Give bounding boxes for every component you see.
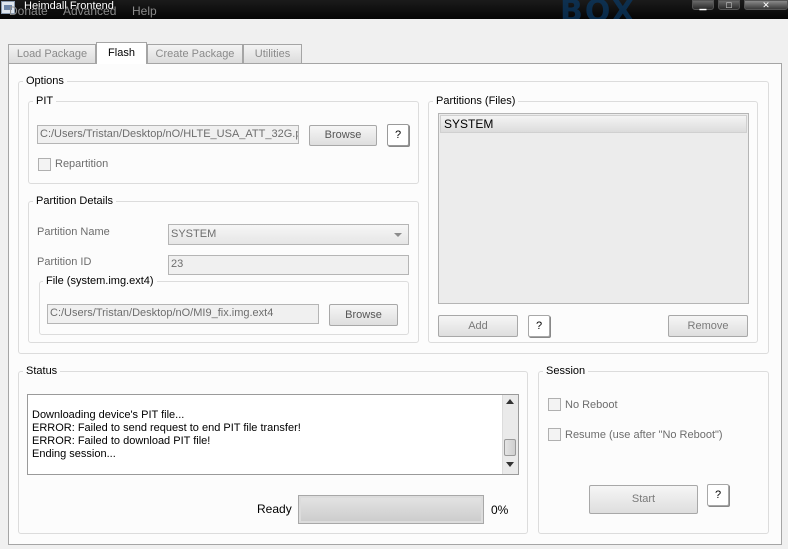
- no-reboot-label: No Reboot: [565, 399, 618, 411]
- remove-partition-button[interactable]: Remove: [668, 315, 748, 337]
- log-line: Ending session...: [32, 448, 116, 460]
- maximize-button[interactable]: □: [718, 0, 740, 10]
- log-line: ERROR: Failed to download PIT file!: [32, 435, 211, 447]
- log-line: Downloading device's PIT file...: [32, 409, 185, 421]
- title-bar-watermark: BOX: [560, 0, 637, 19]
- scroll-up-icon[interactable]: [506, 399, 514, 404]
- status-log[interactable]: Downloading device's PIT file... ERROR: …: [27, 394, 519, 475]
- scroll-down-icon[interactable]: [506, 462, 514, 467]
- partitions-list[interactable]: [438, 113, 749, 304]
- partition-details-title: Partition Details: [33, 195, 117, 207]
- chevron-down-icon: [394, 233, 402, 237]
- partition-name-value: SYSTEM: [171, 228, 217, 240]
- file-path-field[interactable]: C:/Users/Tristan/Desktop/nO/MI9_fix.img.…: [47, 304, 319, 324]
- partitions-help-button[interactable]: ?: [528, 315, 550, 337]
- file-group-title: File (system.img.ext4): [43, 275, 157, 287]
- pit-help-button[interactable]: ?: [387, 124, 409, 146]
- tab-load-package[interactable]: Load Package: [8, 44, 96, 63]
- partitions-files-title: Partitions (Files): [433, 95, 519, 107]
- partition-name-label: Partition Name: [37, 226, 110, 238]
- session-group-title: Session: [543, 365, 589, 377]
- menu-advanced[interactable]: Advanced: [63, 4, 116, 18]
- repartition-label: Repartition: [55, 158, 109, 170]
- progress-percent: 0%: [491, 503, 509, 517]
- menu-bar: [0, 19, 788, 42]
- progress-label: Ready: [257, 502, 292, 516]
- partition-id-label: Partition ID: [37, 256, 92, 268]
- no-reboot-checkbox[interactable]: [548, 398, 561, 411]
- pit-path-field[interactable]: C:/Users/Tristan/Desktop/nO/HLTE_USA_ATT…: [37, 125, 299, 144]
- progress-bar: [298, 495, 484, 524]
- resume-checkbox[interactable]: [548, 428, 561, 441]
- progress-fill: [301, 498, 481, 521]
- menu-help[interactable]: Help: [132, 4, 157, 18]
- tab-create-package[interactable]: Create Package: [147, 44, 243, 63]
- pit-group-title: PIT: [33, 95, 57, 107]
- log-line: ERROR: Failed to send request to end PIT…: [32, 422, 301, 434]
- file-browse-button[interactable]: Browse: [329, 304, 398, 326]
- repartition-checkbox[interactable]: [38, 158, 51, 171]
- partition-id-field[interactable]: 23: [168, 255, 409, 275]
- partition-name-select[interactable]: SYSTEM: [168, 224, 409, 245]
- start-button[interactable]: Start: [589, 485, 698, 514]
- tab-flash[interactable]: Flash: [96, 42, 147, 64]
- add-partition-button[interactable]: Add: [438, 315, 518, 337]
- menu-donate[interactable]: Donate: [9, 4, 48, 18]
- minimize-button[interactable]: ▁: [692, 0, 714, 10]
- scroll-thumb[interactable]: [504, 439, 516, 456]
- resume-label: Resume (use after "No Reboot"): [565, 429, 723, 441]
- options-group-title: Options: [23, 75, 67, 87]
- list-item[interactable]: SYSTEM: [440, 115, 747, 133]
- pit-browse-button[interactable]: Browse: [309, 125, 377, 146]
- close-button[interactable]: ✕: [744, 0, 788, 10]
- title-bar[interactable]: BOX: [0, 0, 788, 19]
- tab-utilities[interactable]: Utilities: [243, 44, 302, 63]
- status-group-title: Status: [23, 365, 61, 377]
- session-help-button[interactable]: ?: [707, 484, 729, 506]
